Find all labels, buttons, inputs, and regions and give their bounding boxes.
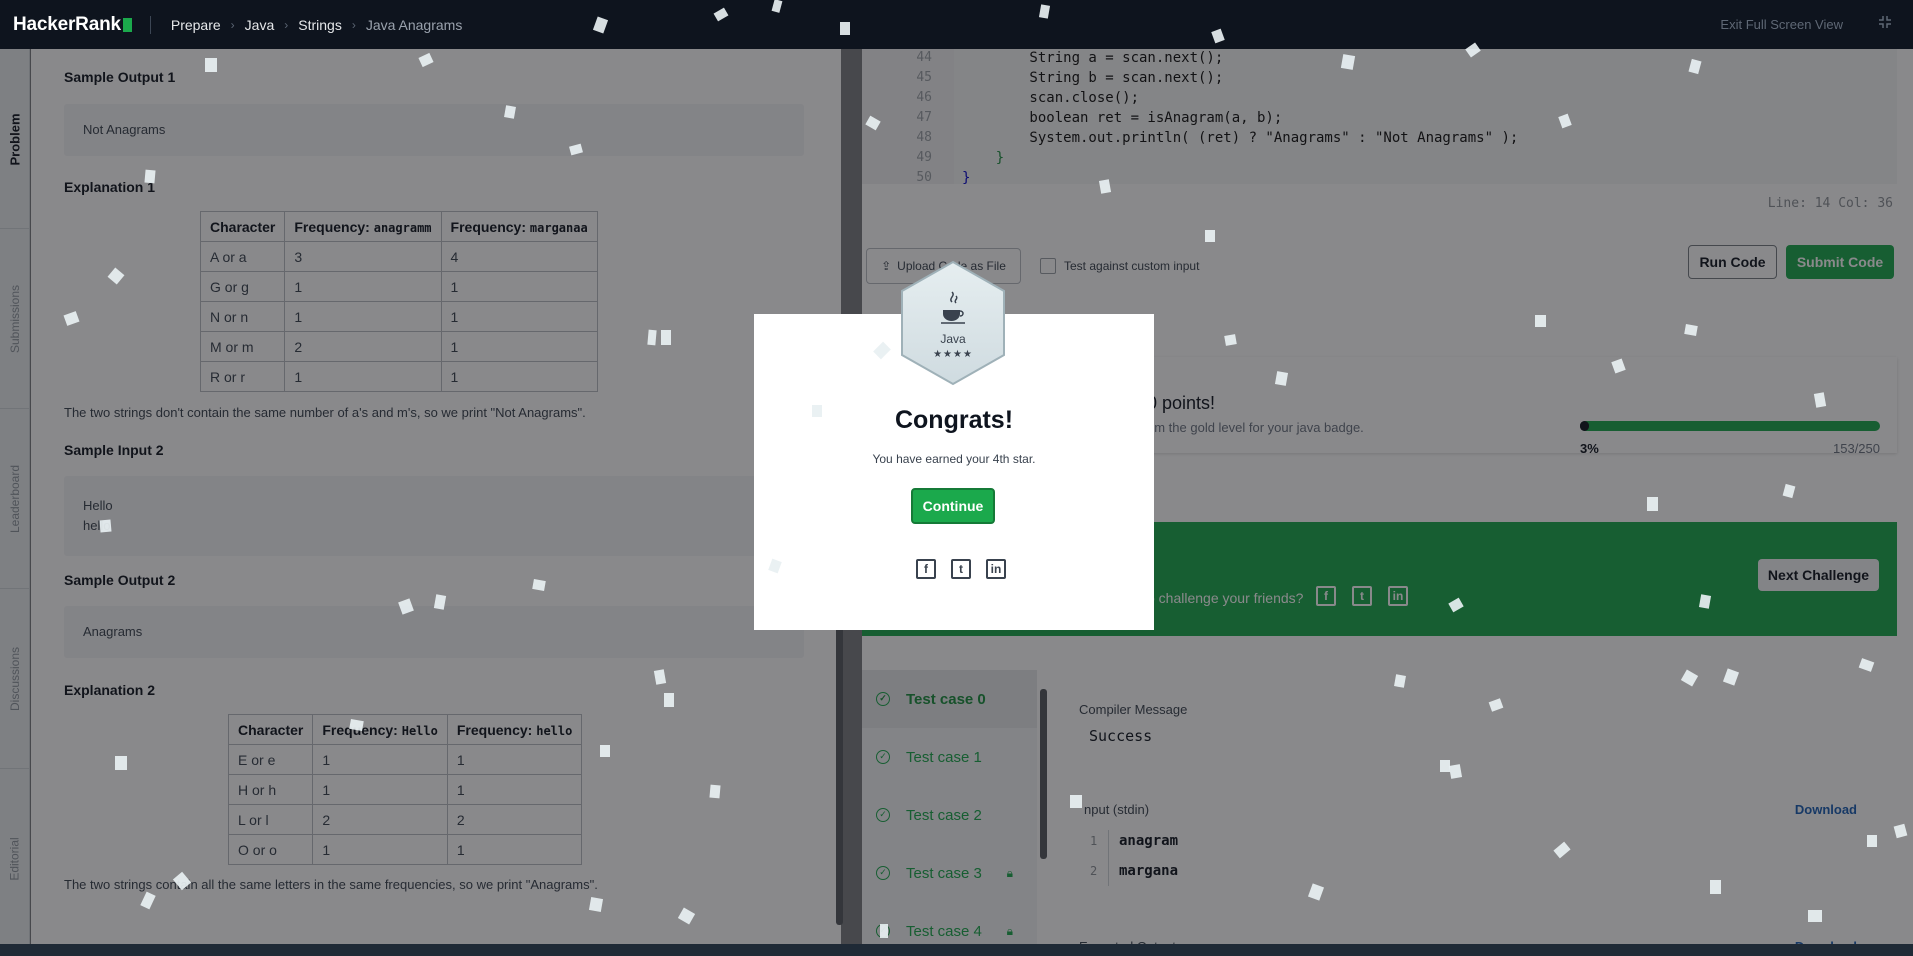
confetti-piece bbox=[1710, 880, 1721, 894]
confetti-piece bbox=[1448, 764, 1463, 779]
confetti-piece bbox=[115, 756, 127, 770]
chevron-right-icon: › bbox=[284, 17, 289, 32]
modal-share-icons: f t in bbox=[916, 559, 1006, 579]
app-root: HackerRank Prepare › Java › Strings › Ja… bbox=[0, 0, 1913, 956]
confetti-piece bbox=[588, 897, 604, 912]
confetti-piece bbox=[812, 405, 822, 417]
exit-fullscreen-link[interactable]: Exit Full Screen View bbox=[1720, 17, 1843, 32]
continue-button[interactable]: Continue bbox=[911, 488, 995, 524]
breadcrumb-current: Java Anagrams bbox=[365, 16, 463, 33]
confetti-piece bbox=[1274, 371, 1289, 386]
confetti-piece bbox=[1394, 674, 1406, 688]
confetti-piece bbox=[1340, 54, 1356, 70]
confetti-piece bbox=[349, 718, 364, 732]
badge-title: Java bbox=[940, 332, 966, 346]
confetti-piece bbox=[532, 579, 546, 591]
breadcrumb-strings[interactable]: Strings bbox=[298, 17, 342, 33]
confetti-piece bbox=[1205, 230, 1215, 242]
confetti-piece bbox=[1098, 179, 1112, 194]
java-badge: Java ★★★★ bbox=[898, 260, 1008, 386]
confetti-piece bbox=[647, 329, 657, 346]
chevron-right-icon: › bbox=[230, 17, 235, 32]
confetti-piece bbox=[1684, 324, 1698, 336]
confetti-piece bbox=[1867, 835, 1877, 847]
confetti-piece bbox=[99, 519, 112, 533]
confetti-piece bbox=[504, 105, 516, 119]
nav-divider bbox=[149, 15, 151, 34]
confetti-piece bbox=[600, 745, 610, 757]
confetti-piece bbox=[1224, 334, 1237, 346]
top-nav: HackerRank Prepare › Java › Strings › Ja… bbox=[0, 0, 1913, 49]
chevron-right-icon: › bbox=[351, 17, 356, 32]
confetti-piece bbox=[1070, 795, 1082, 808]
confetti-piece bbox=[1535, 315, 1546, 327]
taskbar-strip bbox=[0, 944, 1913, 956]
confetti-piece bbox=[709, 784, 721, 799]
confetti-piece bbox=[144, 169, 156, 184]
confetti-piece bbox=[1440, 760, 1450, 772]
confetti-piece bbox=[1808, 910, 1822, 922]
confetti-piece bbox=[1647, 497, 1658, 511]
hackerrank-logo[interactable]: HackerRank bbox=[13, 14, 132, 36]
breadcrumb-prepare[interactable]: Prepare bbox=[171, 17, 221, 33]
logo-mark bbox=[122, 17, 132, 32]
breadcrumb-java[interactable]: Java bbox=[245, 17, 275, 33]
earned-star-text: You have earned your 4th star. bbox=[872, 452, 1036, 466]
confetti-piece bbox=[880, 924, 888, 938]
collapse-icon[interactable] bbox=[1877, 14, 1895, 32]
twitter-icon[interactable]: t bbox=[951, 559, 971, 579]
facebook-icon[interactable]: f bbox=[916, 559, 936, 579]
java-cup-icon bbox=[941, 291, 965, 324]
confetti-piece bbox=[205, 58, 217, 72]
confetti-piece bbox=[664, 693, 674, 707]
confetti-piece bbox=[840, 22, 850, 35]
linkedin-icon[interactable]: in bbox=[986, 559, 1006, 579]
confetti-piece bbox=[661, 330, 671, 345]
badge-stars: ★★★★ bbox=[933, 349, 973, 360]
